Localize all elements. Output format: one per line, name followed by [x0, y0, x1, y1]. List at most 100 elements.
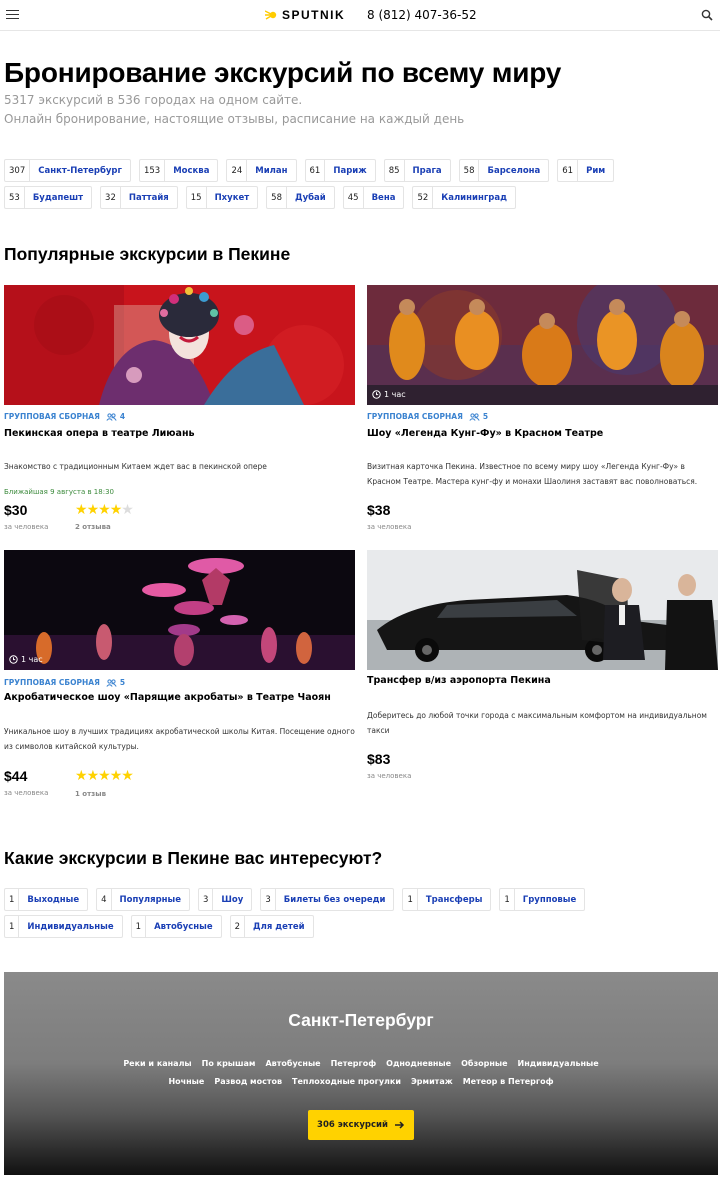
city-chip[interactable]: 32 Паттайя [100, 186, 178, 209]
card-price-unit: за человека [4, 789, 49, 797]
interest-chips: 1 Выходные 4 Популярные 3 Шоу 3 Билеты без очер… [4, 888, 704, 942]
banner-link[interactable]: Теплоходные прогулки [292, 1077, 401, 1086]
banner-link[interactable]: Петергоф [331, 1059, 377, 1068]
city-chip[interactable]: 85 Прага [383, 159, 451, 182]
group-size-value: 4 [119, 412, 126, 421]
city-chip-label[interactable]: Прага [405, 160, 450, 181]
card-price-unit: за человека [367, 772, 412, 780]
card-nearest-date: Ближайшая 9 августа в 18:30 [4, 488, 114, 496]
excursion-card[interactable] [4, 285, 355, 405]
card-image-transfer[interactable] [367, 550, 718, 670]
banner-link[interactable]: По крышам [202, 1059, 256, 1068]
city-chip[interactable]: 52 Калининград [412, 186, 516, 209]
banner-link[interactable]: Метеор в Петергоф [463, 1077, 554, 1086]
banner-link[interactable]: Однодневные [386, 1059, 451, 1068]
card-image-kungfu[interactable]: 1 час [367, 285, 718, 405]
card-title[interactable]: Акробатическое шоу «Парящие акробаты» в … [4, 692, 331, 703]
city-chip-label[interactable]: Москва [165, 160, 217, 181]
interest-chip-label[interactable]: Для детей [245, 916, 313, 937]
city-chip-label[interactable]: Санкт-Петербург [30, 160, 130, 181]
interest-chip-label[interactable]: Популярные [112, 889, 189, 910]
city-chip-label[interactable]: Пхукет [207, 187, 258, 208]
city-chip[interactable]: 24 Милан [226, 159, 297, 182]
interest-chip[interactable]: 4 Популярные [96, 888, 190, 911]
banner-city-title[interactable]: Санкт-Петербург [4, 1010, 718, 1031]
banner-link[interactable]: Реки и каналы [123, 1059, 191, 1068]
interest-chip-label[interactable]: Шоу [213, 889, 251, 910]
interest-chip-count: 1 [500, 889, 515, 910]
banner-link[interactable]: Индивидуальные [518, 1059, 599, 1068]
card-title[interactable]: Трансфер в/из аэропорта Пекина [367, 675, 551, 686]
card-price-unit: за человека [4, 523, 49, 531]
card-reviews[interactable]: 1 отзыв [75, 790, 106, 798]
people-icon [106, 678, 117, 687]
search-icon[interactable] [701, 9, 713, 21]
city-chip[interactable]: 58 Дубай [266, 186, 335, 209]
rating-stars: ★ ★ ★ ★ ★ [75, 503, 134, 517]
card-reviews[interactable]: 2 отзыва [75, 523, 111, 531]
interest-chip-label[interactable]: Трансферы [418, 889, 491, 910]
city-chip[interactable]: 58 Барселона [458, 159, 550, 182]
card-description: Визитная карточка Пекина. Известное по в… [367, 462, 698, 486]
card-title[interactable]: Пекинская опера в театре Лиюань [4, 428, 195, 439]
interest-chip[interactable]: 1 Автобусные [130, 915, 222, 938]
city-chips: 307 Санкт-Петербург 153 Москва 24 Милан 61 Пари… [4, 159, 704, 213]
city-chip-count: 58 [460, 160, 480, 181]
excursion-card[interactable]: 1 час [367, 285, 718, 405]
interest-chip-label[interactable]: Автобусные [146, 916, 221, 937]
interest-chip[interactable]: 3 Шоу [198, 888, 253, 911]
interest-chip[interactable]: 1 Индивидуальные [4, 915, 123, 938]
city-chip-label[interactable]: Барселона [479, 160, 548, 181]
star-filled-icon: ★ [98, 768, 111, 784]
banner-link[interactable]: Автобусные [265, 1059, 320, 1068]
city-chip[interactable]: 45 Вена [342, 186, 405, 209]
excursion-card[interactable] [367, 550, 718, 670]
excursion-card[interactable]: 1 час [4, 550, 355, 670]
city-chip-count: 24 [227, 160, 248, 181]
banner-link[interactable]: Ночные [168, 1077, 204, 1086]
interest-chip-label[interactable]: Индивидуальные [19, 916, 121, 937]
city-chip-label[interactable]: Калининград [433, 187, 515, 208]
banner-link[interactable]: Обзорные [461, 1059, 507, 1068]
card-title[interactable]: Шоу «Легенда Кунг-Фу» в Красном Театре [367, 428, 603, 439]
star-filled-icon: ★ [121, 768, 134, 784]
city-chip[interactable]: 15 Пхукет [185, 186, 259, 209]
banner-link[interactable]: Развод мостов [214, 1077, 282, 1086]
city-chip-count: 45 [344, 187, 364, 208]
city-chip-label[interactable]: Дубай [287, 187, 334, 208]
interest-chip[interactable]: 3 Билеты без очереди [260, 888, 395, 911]
hero-stats: 5317 экскурсий в 536 городах на одном са… [4, 93, 303, 107]
interest-chip-label[interactable]: Групповые [515, 889, 584, 910]
interest-chip[interactable]: 1 Выходные [4, 888, 89, 911]
city-chip[interactable]: 53 Будапешт [4, 186, 93, 209]
interest-chip[interactable]: 1 Групповые [499, 888, 586, 911]
city-chip-count: 53 [5, 187, 25, 208]
city-chip-label[interactable]: Рим [578, 160, 613, 181]
page-title: Бронирование экскурсий по всему миру [4, 57, 562, 88]
city-chip[interactable]: 153 Москва [138, 159, 219, 182]
view-excursions-button[interactable]: 306 экскурсий [308, 1110, 414, 1140]
group-size: 5 [106, 678, 125, 687]
view-excursions-label: 306 экскурсий [317, 1120, 388, 1130]
city-chip-label[interactable]: Париж [325, 160, 374, 181]
sputnik-logo[interactable]: SPUTNIK [265, 8, 345, 22]
city-chip-label[interactable]: Вена [364, 187, 404, 208]
city-chip-label[interactable]: Милан [247, 160, 295, 181]
city-chip-label[interactable]: Паттайя [121, 187, 177, 208]
city-chip-label[interactable]: Будапешт [25, 187, 91, 208]
interest-chip-count: 1 [5, 916, 20, 937]
card-price: $30 [4, 502, 28, 518]
interest-chip-count: 1 [5, 889, 20, 910]
phone-number[interactable]: 8 (812) 407-36-52 [367, 8, 477, 22]
city-chip[interactable]: 307 Санкт-Петербург [4, 159, 131, 182]
card-image-acrobats[interactable]: 1 час [4, 550, 355, 670]
interest-chip-label[interactable]: Выходные [19, 889, 87, 910]
banner-link[interactable]: Эрмитаж [411, 1077, 453, 1086]
card-image-opera[interactable] [4, 285, 355, 405]
menu-icon[interactable] [6, 10, 19, 20]
interest-chip[interactable]: 1 Трансферы [402, 888, 492, 911]
interest-chip-label[interactable]: Билеты без очереди [276, 889, 394, 910]
city-chip[interactable]: 61 Рим [557, 159, 615, 182]
city-chip[interactable]: 61 Париж [304, 159, 376, 182]
interest-chip[interactable]: 2 Для детей [229, 915, 314, 938]
